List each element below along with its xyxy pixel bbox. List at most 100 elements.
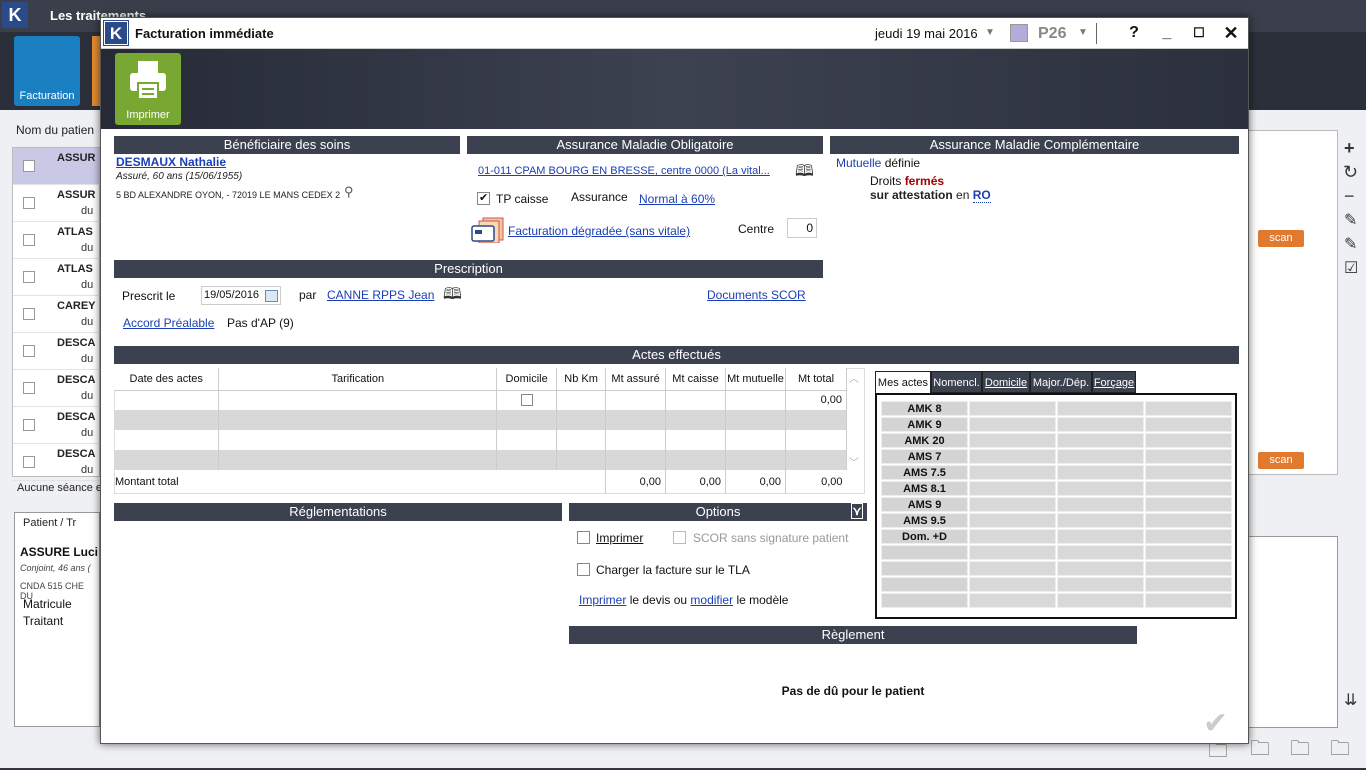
- list-item[interactable]: ATLAS du: [13, 259, 101, 296]
- code-label[interactable]: Dom. +D: [881, 529, 968, 544]
- folders-icon[interactable]: 🗀: [1250, 734, 1270, 768]
- modifier-modele-link[interactable]: modifier: [690, 593, 733, 607]
- tp-caisse-checkbox[interactable]: [477, 191, 490, 205]
- remove-icon[interactable]: −: [1344, 186, 1355, 207]
- tab-forcage[interactable]: Forçage: [1092, 371, 1136, 393]
- validate-check-icon[interactable]: ✔: [1203, 706, 1228, 741]
- centre-input[interactable]: 0: [787, 218, 817, 238]
- domicile-checkbox[interactable]: [520, 394, 533, 407]
- list-item-checkbox[interactable]: [23, 308, 35, 320]
- table-row[interactable]: [114, 410, 848, 430]
- code-row[interactable]: Dom. +D: [881, 529, 1233, 545]
- tab-mes-actes[interactable]: Mes actes: [875, 371, 931, 393]
- list-item-checkbox[interactable]: [23, 160, 35, 172]
- assurance-link[interactable]: Normal à 60%: [639, 192, 715, 206]
- code-row[interactable]: AMK 20: [881, 433, 1233, 449]
- book-icon[interactable]: 🕮: [443, 283, 462, 310]
- accord-prealable-link[interactable]: Accord Préalable: [123, 316, 214, 330]
- code-row[interactable]: AMS 7: [881, 449, 1233, 465]
- total-mutuelle: 0,00: [725, 470, 786, 494]
- scroll-down-icon[interactable]: ⇊: [1344, 690, 1357, 710]
- mutuelle-link[interactable]: Mutuelle: [836, 156, 881, 170]
- chevron-down-icon[interactable]: ▼: [985, 27, 995, 38]
- maximize-icon[interactable]: ☐: [1186, 21, 1212, 45]
- code-label[interactable]: AMK 8: [881, 401, 968, 416]
- documents-scor-link[interactable]: Documents SCOR: [707, 288, 806, 302]
- collapse-icon[interactable]: ⋎: [851, 503, 863, 519]
- list-item-checkbox[interactable]: [23, 419, 35, 431]
- imprimer-checkbox[interactable]: [577, 531, 590, 544]
- code-row[interactable]: [881, 545, 1233, 561]
- list-item-checkbox[interactable]: [23, 345, 35, 357]
- scroll-up-icon[interactable]: ︿: [849, 370, 859, 385]
- tab-domicile[interactable]: Domicile: [982, 371, 1030, 393]
- help-button[interactable]: ?: [1121, 21, 1147, 45]
- minimize-icon[interactable]: _: [1154, 21, 1180, 45]
- code-row[interactable]: [881, 593, 1233, 609]
- list-item[interactable]: DESCA du: [13, 444, 101, 481]
- date-selector[interactable]: jeudi 19 mai 2016: [875, 26, 978, 41]
- chevron-down-icon[interactable]: ▼: [1078, 27, 1088, 38]
- table-row[interactable]: [114, 430, 848, 450]
- check-list-icon[interactable]: ☑: [1344, 258, 1358, 278]
- scan-button[interactable]: scan: [1258, 230, 1304, 247]
- scor-checkbox[interactable]: [673, 531, 686, 544]
- code-row[interactable]: AMK 8: [881, 401, 1233, 417]
- code-row[interactable]: AMS 9: [881, 497, 1233, 513]
- list-item[interactable]: ASSUR du: [13, 185, 101, 222]
- code-label[interactable]: AMK 20: [881, 433, 968, 448]
- scroll-down-icon[interactable]: ﹀: [849, 454, 859, 469]
- folder-remove-icon[interactable]: 🗀: [1330, 734, 1350, 768]
- code-row[interactable]: AMS 7.5: [881, 465, 1233, 481]
- close-icon[interactable]: ✕: [1218, 21, 1244, 45]
- calendar-icon[interactable]: [265, 290, 278, 302]
- edit-add-icon[interactable]: ✎: [1344, 234, 1357, 254]
- devis-text: le devis ou: [629, 593, 688, 607]
- code-row[interactable]: [881, 561, 1233, 577]
- list-item-name: DESCA: [57, 448, 96, 460]
- list-item-checkbox[interactable]: [23, 382, 35, 394]
- code-row[interactable]: AMK 9: [881, 417, 1233, 433]
- table-row[interactable]: 0,00: [114, 390, 848, 410]
- facturation-ribbon-button[interactable]: Facturation: [14, 36, 80, 106]
- tab-nomencl[interactable]: Nomencl.: [931, 371, 982, 393]
- code-row[interactable]: [881, 577, 1233, 593]
- list-item[interactable]: DESCA du: [13, 333, 101, 370]
- prescripteur-link[interactable]: CANNE RPPS Jean: [327, 288, 434, 302]
- print-button[interactable]: Imprimer: [115, 53, 181, 125]
- poste-selector[interactable]: P26: [1038, 25, 1066, 43]
- list-item-checkbox[interactable]: [23, 271, 35, 283]
- code-row[interactable]: AMS 8.1: [881, 481, 1233, 497]
- tla-checkbox[interactable]: [577, 563, 590, 576]
- refresh-icon[interactable]: ↻: [1343, 162, 1358, 183]
- beneficiaire-name-link[interactable]: DESMAUX Nathalie: [116, 155, 226, 169]
- imprimer-devis-link[interactable]: Imprimer: [579, 593, 626, 607]
- map-pin-icon[interactable]: ⚲: [344, 184, 354, 200]
- tab-major-dep[interactable]: Major./Dép.: [1030, 371, 1092, 393]
- droits-status: fermés: [904, 174, 945, 188]
- caisse-link[interactable]: 01-011 CPAM BOURG EN BRESSE, centre 0000…: [478, 165, 770, 177]
- ro-link[interactable]: RO: [972, 188, 991, 203]
- list-item-checkbox[interactable]: [23, 197, 35, 209]
- facturation-degradee-link[interactable]: Facturation dégradée (sans vitale): [508, 224, 690, 238]
- table-row[interactable]: [114, 450, 848, 470]
- code-label[interactable]: AMS 9: [881, 497, 968, 512]
- edit-icon[interactable]: ✎: [1344, 210, 1357, 230]
- book-icon[interactable]: 🕮: [795, 160, 814, 187]
- code-label[interactable]: AMS 9.5: [881, 513, 968, 528]
- list-item[interactable]: ASSUR: [13, 148, 101, 185]
- add-icon[interactable]: +: [1344, 138, 1355, 159]
- code-label[interactable]: AMS 7: [881, 449, 968, 464]
- list-item[interactable]: DESCA du: [13, 370, 101, 407]
- list-item[interactable]: DESCA du: [13, 407, 101, 444]
- scan-button[interactable]: scan: [1258, 452, 1304, 469]
- list-item-checkbox[interactable]: [23, 234, 35, 246]
- folder-add-icon[interactable]: 🗀: [1290, 734, 1310, 768]
- code-label[interactable]: AMK 9: [881, 417, 968, 432]
- code-label[interactable]: AMS 7.5: [881, 465, 968, 480]
- code-row[interactable]: AMS 9.5: [881, 513, 1233, 529]
- code-label[interactable]: AMS 8.1: [881, 481, 968, 496]
- list-item-checkbox[interactable]: [23, 456, 35, 468]
- list-item[interactable]: CAREY du: [13, 296, 101, 333]
- list-item[interactable]: ATLAS du: [13, 222, 101, 259]
